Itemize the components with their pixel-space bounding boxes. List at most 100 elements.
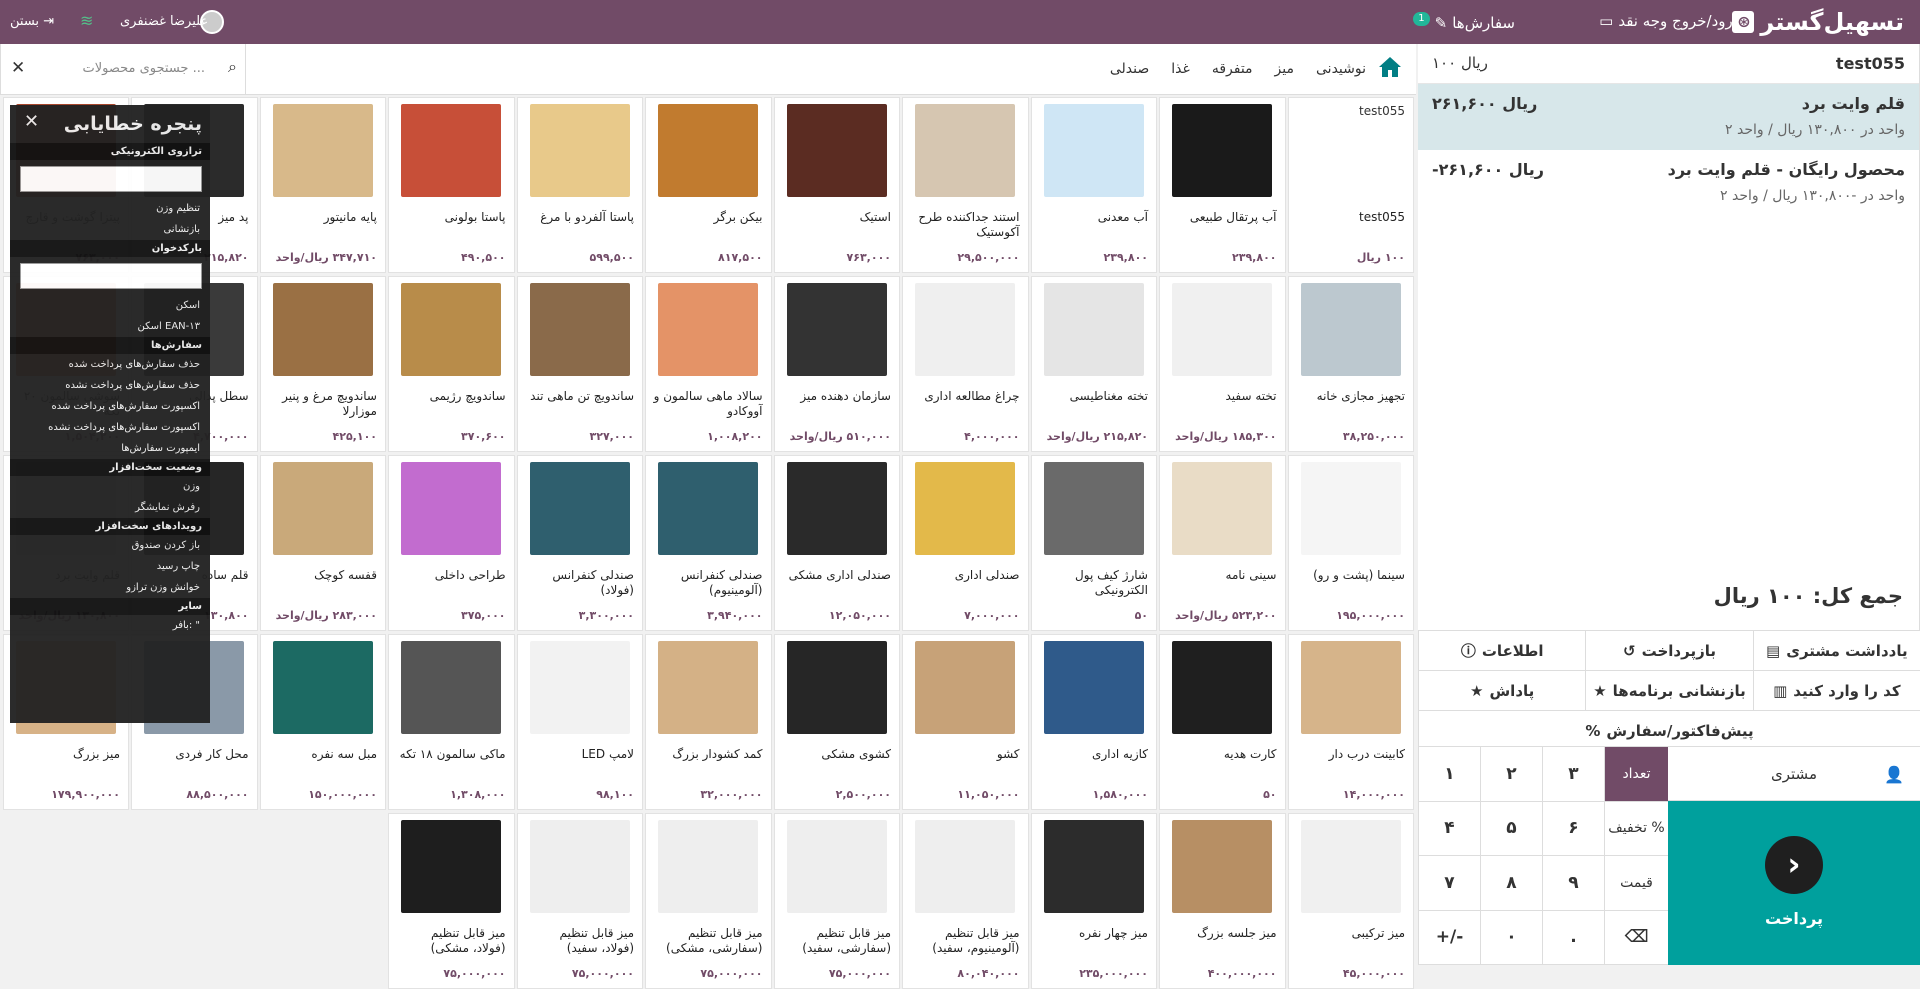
product-card[interactable]: ساندویچ مرغ و پنیر موزارلا ۴۲۵,۱۰۰ — [259, 276, 386, 452]
key-9[interactable]: ۹ — [1542, 856, 1604, 911]
product-card[interactable]: میز قابل تنظیم (سفارشی، مشکی) ۷۵,۰۰۰,۰۰۰ — [645, 813, 772, 989]
product-card[interactable]: قفسه کوچک ۲۸۳,۰۰۰ ریال/واحد — [259, 455, 386, 631]
product-card[interactable]: طراحی داخلی ۳۷۵,۰۰۰ — [388, 455, 515, 631]
orders-button[interactable]: 1 ✎ سفارش‌ها — [1413, 12, 1515, 34]
refresh-display-button[interactable]: رفرش نمایشگر — [10, 497, 210, 518]
product-card[interactable]: test055 test055 ۱۰۰ ریال — [1287, 97, 1414, 273]
home-icon[interactable] — [1378, 56, 1404, 80]
order-line[interactable]: قلم وایت برد ۲۶۱,۶۰۰ ریال ۲ واحد در ۱۳۰,… — [1418, 84, 1919, 150]
export-unpaid-orders-button[interactable]: اکسپورت سفارش‌های پرداخت نشده — [10, 417, 210, 438]
delete-unpaid-orders-button[interactable]: حذف سفارش‌های پرداخت نشده — [10, 375, 210, 396]
product-card[interactable]: آب پرتقال طبیعی ۲۳۹,۸۰۰ — [1159, 97, 1286, 273]
export-paid-orders-button[interactable]: اکسپورت سفارش‌های پرداخت شده — [10, 396, 210, 417]
product-card[interactable]: ماکی سالمون ۱۸ تکه ۱,۳۰۸,۰۰۰ — [388, 634, 515, 810]
key-0[interactable]: ۰ — [1480, 910, 1542, 965]
product-card[interactable]: پاستا آلفردو با مرغ ۵۹۹,۵۰۰ — [516, 97, 643, 273]
product-card[interactable]: میز جلسه بزرگ ۴۰۰,۰۰۰,۰۰۰ — [1159, 813, 1286, 989]
info-button[interactable]: ⓘ اطلاعات — [1418, 631, 1586, 670]
product-card[interactable]: سازمان دهنده میز ۵۱۰,۰۰۰ ریال/واحد — [773, 276, 900, 452]
product-card[interactable]: میز چهار نفره ۲۳۵,۰۰۰,۰۰۰ — [1030, 813, 1157, 989]
category-desk[interactable]: میز — [1275, 61, 1294, 77]
key-4[interactable]: ۴ — [1418, 801, 1480, 856]
category-chair[interactable]: صندلی — [1110, 61, 1149, 77]
open-cashbox-button[interactable]: باز کردن صندوق — [10, 535, 210, 556]
delete-paid-orders-button[interactable]: حذف سفارش‌های پرداخت شده — [10, 354, 210, 375]
category-drinks[interactable]: نوشیدنی — [1316, 61, 1366, 77]
category-food[interactable]: غذا — [1171, 61, 1190, 77]
cash-in-out-button[interactable]: ▭ ورود/خروج وجه نقد — [1599, 12, 1740, 30]
barcode-input[interactable] — [20, 263, 202, 289]
product-card[interactable]: کابینت درب دار ۱۴,۰۰۰,۰۰۰ — [1287, 634, 1414, 810]
close-session-button[interactable]: بستن ⇥ — [10, 14, 54, 29]
product-card[interactable]: تخته مغناطیسی ۲۱۵,۸۲۰ ریال/واحد — [1030, 276, 1157, 452]
price-mode-button[interactable]: قیمت — [1604, 856, 1668, 911]
close-icon[interactable]: ✕ — [24, 111, 39, 132]
product-card[interactable]: پایه مانیتور ۳۴۷,۷۱۰ ریال/واحد — [259, 97, 386, 273]
enter-code-button[interactable]: ▥ کد را وارد کنید — [1752, 671, 1920, 710]
key-3[interactable]: ۳ — [1542, 747, 1604, 802]
product-card[interactable]: تجهیز مجازی خانه ۳۸,۲۵۰,۰۰۰ — [1287, 276, 1414, 452]
key-5[interactable]: ۵ — [1480, 801, 1542, 856]
refund-button[interactable]: ↺ بازپرداخت — [1585, 631, 1753, 670]
read-weight-button[interactable]: خوانش وزن ترازو — [10, 577, 210, 598]
product-card[interactable]: صندلی اداری مشکی ۱۲,۰۵۰,۰۰۰ — [773, 455, 900, 631]
product-card[interactable]: صندلی کنفرانس (فولاد) ۳,۳۰۰,۰۰۰ — [516, 455, 643, 631]
key-7[interactable]: ۷ — [1418, 856, 1480, 911]
discount-mode-button[interactable]: تخفیف % — [1604, 801, 1668, 856]
reset-weight-button[interactable]: بازنشانی — [10, 219, 210, 240]
wifi-icon[interactable]: ≋ — [80, 11, 93, 30]
scan-button[interactable]: اسکن — [10, 295, 210, 316]
product-card[interactable]: کشو ۱۱,۰۵۰,۰۰۰ — [902, 634, 1029, 810]
key-8[interactable]: ۸ — [1480, 856, 1542, 911]
reset-programs-label: بازنشانی برنامه‌ها — [1612, 681, 1746, 700]
key-2[interactable]: ۲ — [1480, 747, 1542, 802]
product-card[interactable]: استند جداکننده طرح آکوستیک ۲۹,۵۰۰,۰۰۰ — [902, 97, 1029, 273]
product-card[interactable]: ساندویچ تن ماهی تند ۳۲۷,۰۰۰ — [516, 276, 643, 452]
product-card[interactable]: پاستا بولونی ۴۹۰,۵۰۰ — [388, 97, 515, 273]
product-card[interactable]: بیکن برگر ۸۱۷,۵۰۰ — [645, 97, 772, 273]
product-card[interactable]: سینما (پشت و رو) ۱۹۵,۰۰۰,۰۰۰ — [1287, 455, 1414, 631]
product-card[interactable]: ساندویچ رژیمی ۳۷۰,۶۰۰ — [388, 276, 515, 452]
scan-ean-button[interactable]: اسکن EAN-۱۳ — [10, 316, 210, 337]
clear-search-icon[interactable]: ✕ — [11, 58, 25, 78]
product-card[interactable]: لامپ LED ۹۸,۱۰۰ — [516, 634, 643, 810]
product-card[interactable]: تخته سفید ۱۸۵,۳۰۰ ریال/واحد — [1159, 276, 1286, 452]
search-input[interactable]: ✕ جستجوی محصولات ... ⌕ — [0, 44, 246, 95]
product-card[interactable]: آب معدنی ۲۳۹,۸۰۰ — [1030, 97, 1157, 273]
product-card[interactable]: کشوی مشکی ۲,۵۰۰,۰۰۰ — [773, 634, 900, 810]
print-receipt-button[interactable]: چاپ رسید — [10, 556, 210, 577]
key-plus-minus[interactable]: +/- — [1418, 910, 1480, 965]
category-misc[interactable]: متفرقه — [1212, 61, 1253, 77]
key-1[interactable]: ۱ — [1418, 747, 1480, 802]
product-card[interactable]: میز قابل تنظیم (فولاد، سفید) ۷۵,۰۰۰,۰۰۰ — [516, 813, 643, 989]
qty-mode-button[interactable]: تعداد — [1604, 747, 1668, 802]
product-card[interactable]: میز قابل تنظیم (آلومینیوم، سفید) ۸۰,۰۴۰,۰… — [902, 813, 1029, 989]
product-card[interactable]: صندلی کنفرانس (آلومینیوم) ۳,۹۴۰,۰۰۰ — [645, 455, 772, 631]
product-card[interactable]: کمد کشودار بزرگ ۳۲,۰۰۰,۰۰۰ — [645, 634, 772, 810]
quotation-button[interactable]: % پیش‌فاکتور/سفارش — [1418, 711, 1920, 750]
reward-button[interactable]: ★ پاداش — [1418, 671, 1586, 710]
payment-button[interactable]: › پرداخت — [1668, 801, 1920, 965]
product-card[interactable]: میز ترکیبی ۴۵,۰۰۰,۰۰۰ — [1287, 813, 1414, 989]
product-card[interactable]: سینی نامه ۵۲۳,۲۰۰ ریال/واحد — [1159, 455, 1286, 631]
product-card[interactable]: میز قابل تنظیم (سفارشی، سفید) ۷۵,۰۰۰,۰۰۰ — [773, 813, 900, 989]
product-card[interactable]: کازیه اداری ۱,۵۸۰,۰۰۰ — [1030, 634, 1157, 810]
customer-note-button[interactable]: ▤ یادداشت مشتری — [1752, 631, 1920, 670]
order-line[interactable]: محصول رایگان - قلم وایت برد -۲۶۱,۶۰۰ ریا… — [1418, 150, 1919, 216]
product-card[interactable]: چراغ مطالعه اداری ۴,۰۰۰,۰۰۰ — [902, 276, 1029, 452]
product-card[interactable]: صندلی اداری ۷,۰۰۰,۰۰۰ — [902, 455, 1029, 631]
product-card[interactable]: کارت هدیه ۵۰ — [1159, 634, 1286, 810]
set-weight-button[interactable]: تنظیم وزن — [10, 198, 210, 219]
key-6[interactable]: ۶ — [1542, 801, 1604, 856]
product-card[interactable]: میز قابل تنظیم (فولاد، مشکی) ۷۵,۰۰۰,۰۰۰ — [388, 813, 515, 989]
weight-input[interactable] — [20, 166, 202, 192]
product-card[interactable]: شارژ کیف پول الکترونیکی ۵۰ — [1030, 455, 1157, 631]
customer-button[interactable]: 👤 مشتری — [1668, 747, 1920, 801]
product-card[interactable]: سالاد ماهی سالمون و آووکادو ۱,۰۰۸,۲۰۰ — [645, 276, 772, 452]
product-card[interactable]: استیک ۷۶۳,۰۰۰ — [773, 97, 900, 273]
product-card[interactable]: مبل سه نفره ۱۵۰,۰۰۰,۰۰۰ — [259, 634, 386, 810]
import-orders-button[interactable]: ایمپورت سفارش‌ها — [10, 438, 210, 459]
reset-programs-button[interactable]: ★ بازنشانی برنامه‌ها — [1585, 671, 1753, 710]
backspace-icon[interactable]: ⌫ — [1604, 910, 1668, 965]
key-decimal[interactable]: . — [1542, 910, 1604, 965]
